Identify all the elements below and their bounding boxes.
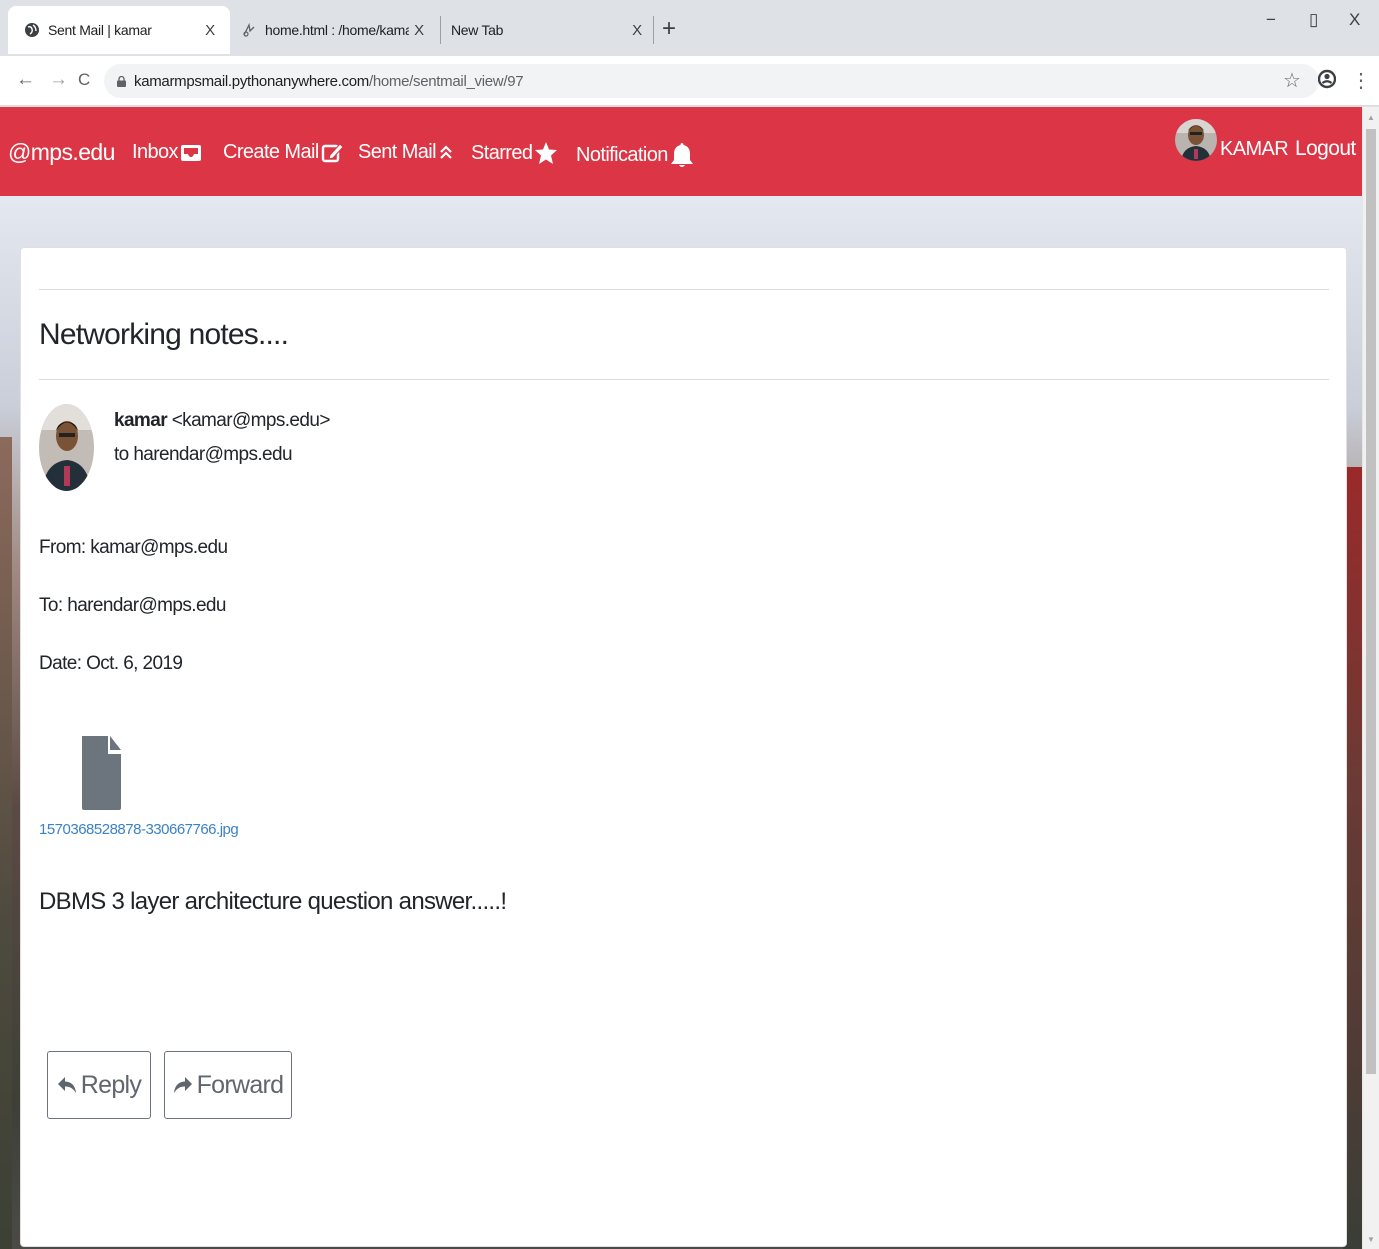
file-icon[interactable]: [82, 736, 121, 815]
forward-icon: [173, 1077, 192, 1093]
background-photo: [0, 437, 12, 1249]
mail-to: To: harendar@mps.edu: [39, 595, 226, 616]
attachment-link[interactable]: 1570368528878-330667766.jpg: [39, 821, 239, 838]
mail-view-card: Networking notes.... kamar <kamar@mps.ed…: [20, 247, 1347, 1247]
mail-date: Date: Oct. 6, 2019: [39, 653, 183, 674]
user-name[interactable]: KAMAR: [1220, 138, 1289, 161]
top-navbar: @mps.edu Inbox Create Mail Sent Mail Sta…: [0, 107, 1362, 196]
nav-label: Sent Mail: [358, 141, 437, 163]
forward-button[interactable]: →: [49, 69, 68, 91]
url-host: kamarmpsmail.pythonanywhere.com: [134, 72, 369, 90]
nav-create-mail[interactable]: Create Mail: [223, 141, 345, 164]
lock-icon: [117, 76, 126, 87]
pythonanywhere-icon: [241, 22, 257, 38]
nav-sent-mail[interactable]: Sent Mail: [358, 141, 454, 164]
star-icon: [535, 142, 558, 164]
page-viewport: @mps.edu Inbox Create Mail Sent Mail Sta…: [0, 107, 1379, 1249]
edit-icon: [321, 142, 344, 162]
sender-line: kamar <kamar@mps.edu>: [114, 410, 330, 432]
globe-icon: [24, 22, 40, 38]
tab-close-button[interactable]: X: [627, 22, 647, 39]
tab-new-tab[interactable]: New Tab X: [435, 6, 657, 54]
address-bar[interactable]: kamarmpsmail.pythonanywhere.com/home/sen…: [104, 64, 1319, 98]
browser-toolbar: ← → C kamarmpsmail.pythonanywhere.com/ho…: [0, 56, 1379, 106]
sender-avatar: [39, 404, 94, 491]
tab-sent-mail[interactable]: Sent Mail | kamar X: [8, 6, 230, 54]
reply-button[interactable]: Reply: [47, 1051, 151, 1119]
nav-notification[interactable]: Notification: [576, 141, 694, 169]
new-tab-button[interactable]: +: [662, 15, 676, 43]
tab-close-button[interactable]: X: [200, 22, 220, 39]
nav-inbox[interactable]: Inbox: [132, 141, 202, 164]
scroll-thumb[interactable]: [1366, 129, 1376, 1074]
close-window-button[interactable]: X: [1349, 10, 1360, 30]
scroll-up-arrow[interactable]: ▲: [1367, 113, 1375, 122]
recipient-line: to harendar@mps.edu: [114, 444, 293, 465]
mail-body: DBMS 3 layer architecture question answe…: [39, 888, 507, 915]
browser-tab-strip: Sent Mail | kamar X home.html : /home/ka…: [0, 0, 1379, 56]
tab-separator: [653, 16, 654, 44]
nav-starred[interactable]: Starred: [471, 141, 558, 165]
back-button[interactable]: ←: [16, 69, 35, 91]
browser-menu-icon[interactable]: ⋮: [1351, 68, 1371, 93]
tab-title: New Tab: [451, 22, 504, 38]
reply-label: Reply: [80, 1070, 142, 1099]
forward-label: Forward: [196, 1070, 284, 1099]
bell-icon: [670, 143, 693, 167]
tab-home-html[interactable]: home.html : /home/kamarmpsmail X: [225, 6, 439, 54]
nav-label: Inbox: [132, 141, 179, 163]
sender-name: kamar: [114, 410, 168, 431]
divider: [39, 379, 1329, 380]
url-path: /home/sentmail_view/97: [368, 72, 524, 90]
inbox-icon: [180, 144, 201, 161]
mail-from: From: kamar@mps.edu: [39, 537, 228, 558]
profile-icon[interactable]: [1317, 68, 1337, 96]
bookmark-star-icon[interactable]: ☆: [1283, 68, 1301, 93]
sender-email: <kamar@mps.edu>: [171, 410, 331, 431]
double-chevron-up-icon: [440, 144, 452, 159]
nav-label: Starred: [471, 141, 533, 164]
tab-title: home.html : /home/kamarmpsmail: [265, 22, 409, 38]
tab-close-button[interactable]: X: [409, 22, 429, 39]
reply-icon: [57, 1077, 76, 1093]
user-avatar[interactable]: [1175, 119, 1217, 161]
scroll-down-arrow[interactable]: ▼: [1367, 1235, 1375, 1244]
brand-logo[interactable]: @mps.edu: [8, 139, 115, 166]
logout-link[interactable]: Logout: [1295, 137, 1356, 161]
divider: [39, 289, 1329, 290]
maximize-button[interactable]: ▯: [1309, 10, 1318, 30]
mail-subject: Networking notes....: [39, 318, 289, 351]
tab-title: Sent Mail | kamar: [48, 22, 152, 38]
minimize-button[interactable]: −: [1266, 10, 1276, 30]
reload-button[interactable]: C: [78, 70, 90, 90]
nav-label: Create Mail: [223, 141, 319, 163]
forward-button[interactable]: Forward: [164, 1051, 292, 1119]
page-scrollbar[interactable]: ▲ ▼: [1362, 107, 1379, 1249]
nav-label: Notification: [576, 143, 668, 166]
